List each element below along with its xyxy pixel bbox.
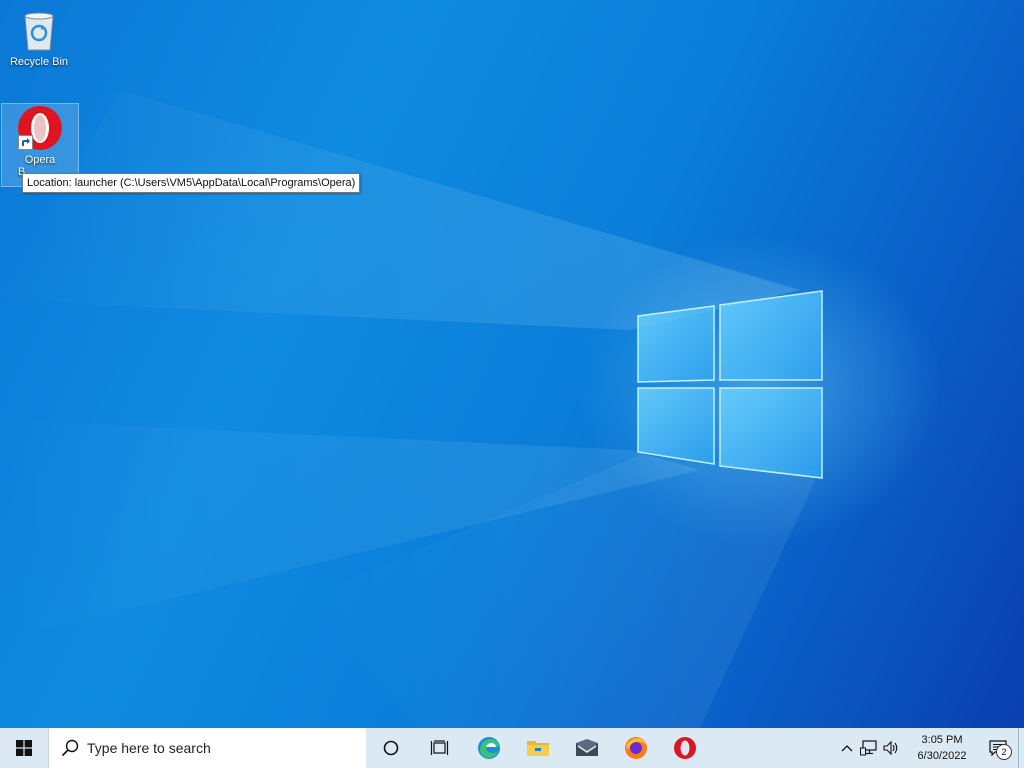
windows-start-icon [16, 740, 32, 756]
network-button[interactable] [858, 728, 880, 768]
file-explorer-taskbar-button[interactable] [513, 728, 562, 768]
network-icon [860, 740, 877, 756]
mail-icon [575, 739, 598, 756]
start-button[interactable] [0, 728, 48, 768]
recycle-bin-desktop-icon[interactable]: Recycle Bin [1, 6, 77, 68]
task-view-button[interactable] [415, 728, 464, 768]
opera-icon [673, 737, 696, 759]
desktop[interactable]: Recycle Bin Opera B Location: launcher (… [0, 0, 1024, 728]
opera-icon [16, 104, 64, 152]
recycle-bin-label: Recycle Bin [9, 56, 69, 68]
wallpaper-light-beams [0, 90, 820, 728]
volume-icon [883, 740, 898, 756]
opera-label: Opera [24, 154, 56, 166]
cortana-button[interactable] [366, 728, 415, 768]
show-desktop-button[interactable] [1018, 728, 1024, 768]
system-tray: 3:05 PM 6/30/2022 2 [836, 728, 1024, 768]
cortana-icon [383, 740, 398, 756]
clock-time: 3:05 PM [921, 734, 963, 746]
mail-taskbar-button[interactable] [562, 728, 611, 768]
firefox-icon [624, 737, 647, 759]
firefox-taskbar-button[interactable] [611, 728, 660, 768]
taskbar-clock[interactable]: 3:05 PM 6/30/2022 [906, 732, 978, 764]
taskbar: Type here to search 3:05 PM 6/30/2022 2 [0, 728, 1024, 768]
task-view-icon [430, 740, 448, 755]
clock-date: 6/30/2022 [917, 750, 967, 762]
windows-wallpaper-logo [637, 290, 823, 479]
taskbar-search-box[interactable]: Type here to search [48, 728, 366, 768]
recycle-bin-icon [15, 6, 63, 54]
edge-taskbar-button[interactable] [464, 728, 513, 768]
file-explorer-icon [526, 741, 549, 756]
location-tooltip: Location: launcher (C:\Users\VM5\AppData… [22, 173, 361, 193]
chevron-up-icon [841, 745, 853, 752]
shortcut-arrow-icon [18, 135, 33, 150]
show-hidden-icons-button[interactable] [836, 728, 858, 768]
opera-taskbar-button[interactable] [660, 728, 709, 768]
search-placeholder: Type here to search [87, 740, 211, 756]
edge-icon [477, 737, 500, 759]
action-center-button[interactable]: 2 [978, 728, 1018, 768]
notification-count-badge: 2 [996, 744, 1012, 760]
search-icon [61, 739, 79, 757]
volume-button[interactable] [880, 728, 902, 768]
